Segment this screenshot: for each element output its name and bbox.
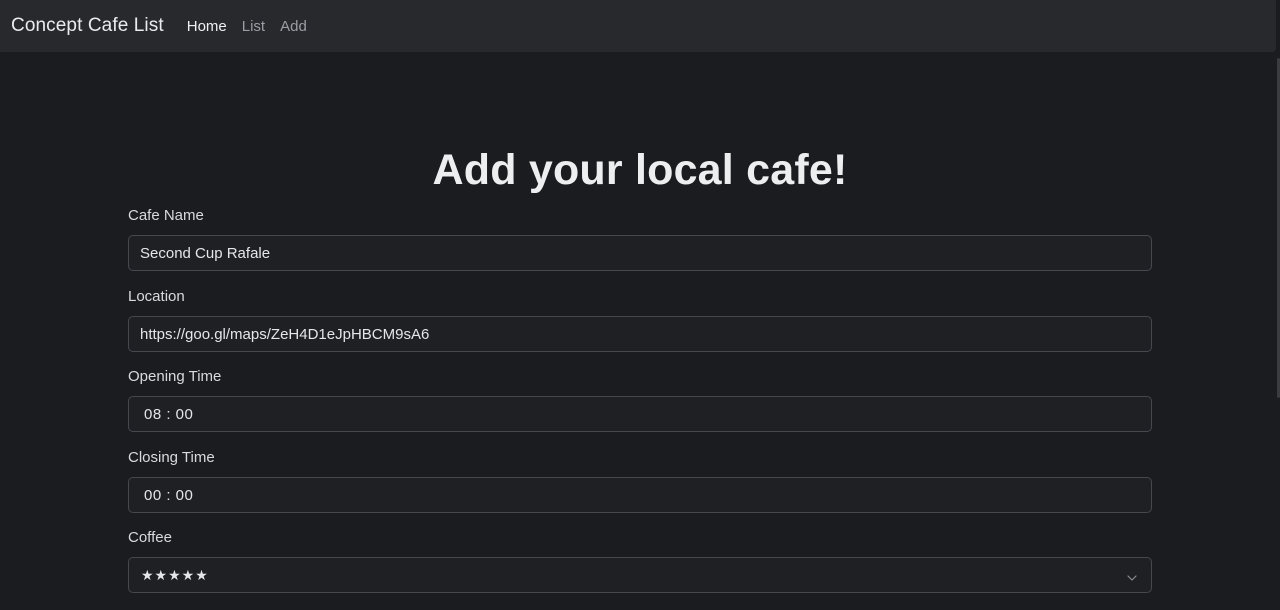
page-title: Add your local cafe!	[432, 146, 848, 194]
cafe-name-value: Second Cup Rafale	[140, 244, 271, 262]
cafe-name-field-group: Cafe Name Second Cup Rafale	[128, 206, 1152, 271]
closing-time-input[interactable]: 00 : 00	[128, 477, 1152, 513]
location-input[interactable]: https://goo.gl/maps/ZeH4D1eJpHBCM9sA6	[128, 316, 1152, 352]
coffee-label: Coffee	[128, 529, 172, 546]
closing-time-label: Closing Time	[128, 449, 215, 466]
closing-time-value: 00 : 00	[144, 486, 194, 504]
location-field-group: Location https://goo.gl/maps/ZeH4D1eJpHB…	[128, 287, 1152, 352]
nav-link-home[interactable]: Home	[187, 18, 227, 35]
coffee-select[interactable]: ★★★★★	[128, 557, 1152, 593]
coffee-field-group: Coffee ★★★★★	[128, 528, 1152, 593]
cafe-name-input[interactable]: Second Cup Rafale	[128, 235, 1152, 271]
opening-time-value: 08 : 00	[144, 405, 194, 423]
chevron-down-icon	[1127, 570, 1137, 581]
nav-link-add[interactable]: Add	[280, 18, 307, 35]
cafe-name-label: Cafe Name	[128, 207, 204, 224]
closing-time-field-group: Closing Time 00 : 00	[128, 448, 1152, 513]
opening-time-label: Opening Time	[128, 368, 222, 385]
coffee-rating-value: ★★★★★	[141, 566, 209, 583]
location-label: Location	[128, 288, 185, 305]
opening-time-field-group: Opening Time 08 : 00	[128, 367, 1152, 432]
opening-time-input[interactable]: 08 : 00	[128, 396, 1152, 432]
nav-link-list[interactable]: List	[242, 18, 265, 35]
location-value: https://goo.gl/maps/ZeH4D1eJpHBCM9sA6	[140, 325, 430, 343]
navbar: Concept Cafe List Home List Add	[0, 0, 1276, 52]
navbar-brand[interactable]: Concept Cafe List	[11, 15, 164, 37]
